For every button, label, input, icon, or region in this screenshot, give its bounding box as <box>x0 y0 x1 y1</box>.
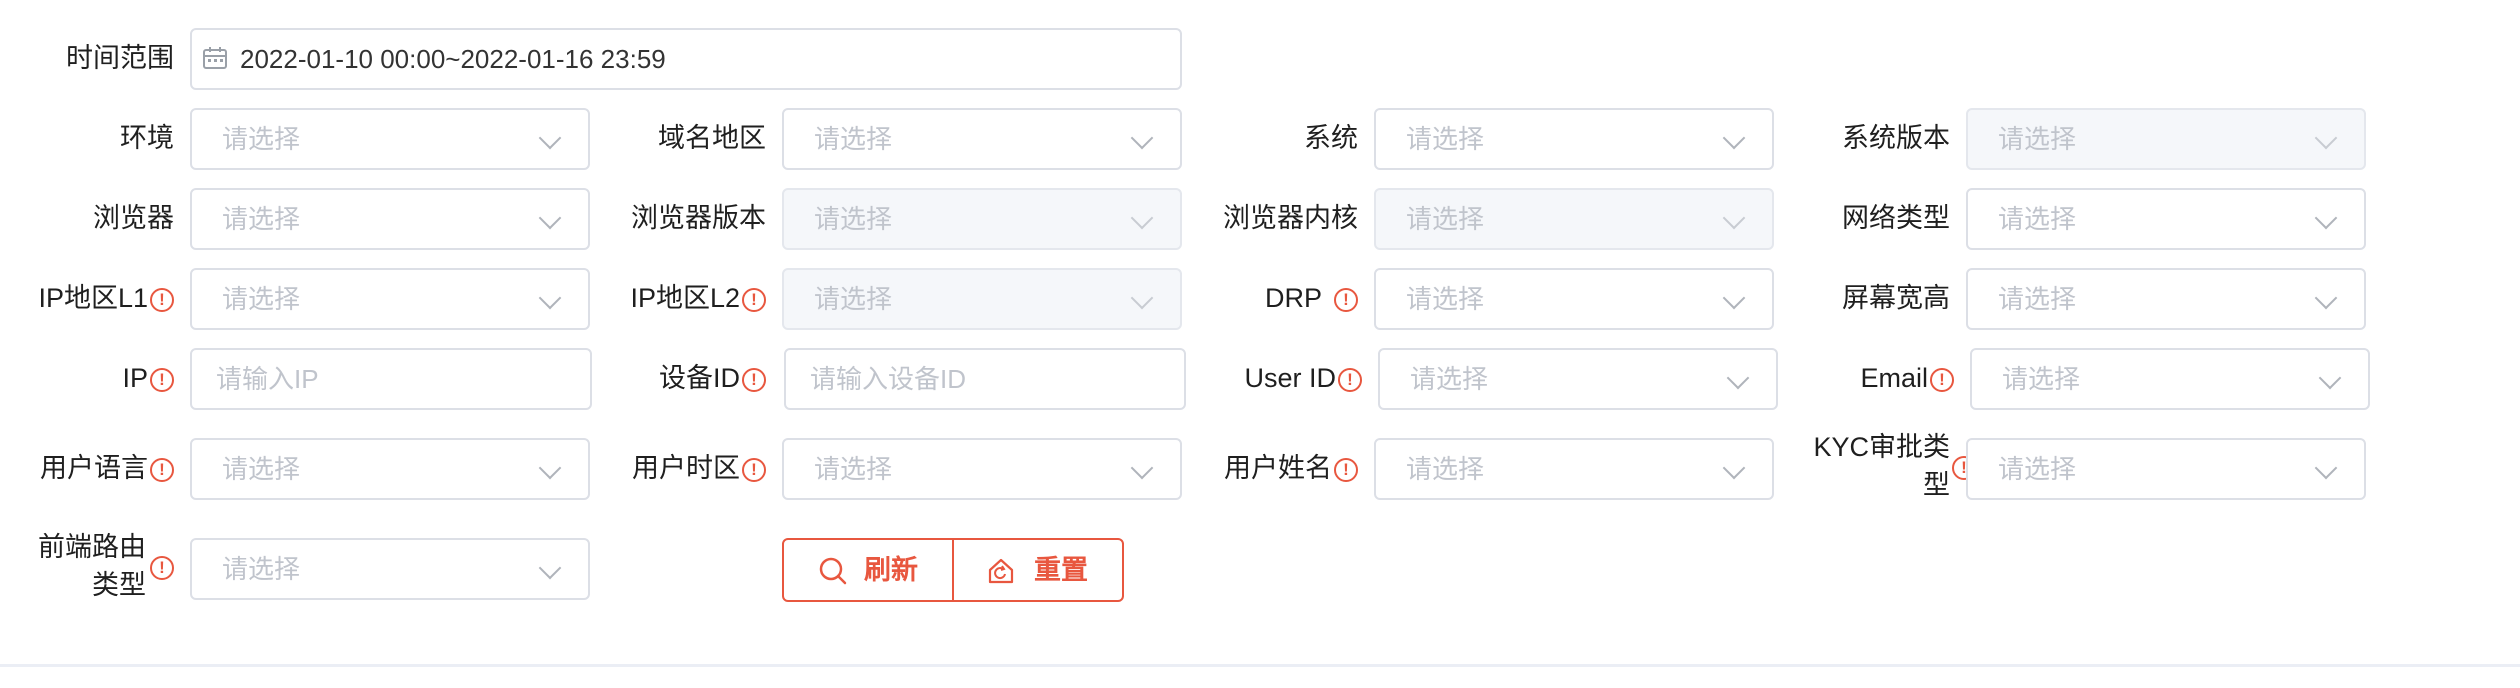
warning-icon: ! <box>1334 287 1358 312</box>
env-select[interactable]: 请选择 <box>190 108 590 170</box>
ip-region-l1-select[interactable]: 请选择 <box>190 268 590 330</box>
chevron-down-icon <box>1130 456 1154 480</box>
drp-label: DRP! <box>1190 280 1358 316</box>
chevron-down-icon <box>1130 206 1154 230</box>
device-id-input[interactable]: 请输入设备ID <box>784 348 1186 410</box>
ip-region-l1-label: IP地区L1! <box>10 280 174 316</box>
time-range-value: 2022-01-10 00:00~2022-01-16 23:59 <box>240 44 666 74</box>
browser-label: 浏览器 <box>93 203 174 233</box>
chevron-down-icon <box>1722 286 1746 310</box>
route-type-label: 前端路由类型! <box>30 528 174 604</box>
screen-size-label: 屏幕宽高 <box>1842 283 1950 313</box>
reset-button[interactable]: 重置 <box>952 538 1124 602</box>
chevron-down-icon <box>538 206 562 230</box>
time-range-picker[interactable]: 2022-01-10 00:00~2022-01-16 23:59 <box>190 28 1182 90</box>
warning-icon: ! <box>150 287 174 312</box>
calendar-icon <box>203 47 227 69</box>
chevron-down-icon <box>538 456 562 480</box>
time-range-label: 时间范围 <box>66 43 174 73</box>
kyc-type-select[interactable]: 请选择 <box>1966 438 2366 500</box>
chevron-down-icon <box>2314 206 2338 230</box>
ip-region-l2-select[interactable]: 请选择 <box>782 268 1182 330</box>
user-name-label: 用户姓名! <box>1190 450 1358 486</box>
kyc-type-label: KYC审批类型! <box>1790 428 1976 504</box>
warning-icon: ! <box>1334 457 1358 482</box>
user-id-select[interactable]: 请选择 <box>1378 348 1778 410</box>
os-version-label: 系统版本 <box>1842 123 1950 153</box>
browser-select[interactable]: 请选择 <box>190 188 590 250</box>
os-label: 系统 <box>1304 123 1358 153</box>
chevron-down-icon <box>1726 366 1750 390</box>
search-icon <box>819 557 847 585</box>
browser-engine-label: 浏览器内核 <box>1223 203 1358 233</box>
browser-version-select[interactable]: 请选择 <box>782 188 1182 250</box>
os-select[interactable]: 请选择 <box>1374 108 1774 170</box>
network-type-label: 网络类型 <box>1842 203 1950 233</box>
bottom-divider <box>0 664 2520 667</box>
chevron-down-icon <box>1722 456 1746 480</box>
chevron-down-icon <box>538 126 562 150</box>
chevron-down-icon <box>538 556 562 580</box>
user-timezone-select[interactable]: 请选择 <box>782 438 1182 500</box>
user-language-label: 用户语言! <box>10 450 174 486</box>
email-select[interactable]: 请选择 <box>1970 348 2370 410</box>
os-version-select[interactable]: 请选择 <box>1966 108 2366 170</box>
warning-icon: ! <box>150 367 174 392</box>
chevron-down-icon <box>1722 126 1746 150</box>
chevron-down-icon <box>1130 126 1154 150</box>
browser-version-label: 浏览器版本 <box>631 203 766 233</box>
chevron-down-icon <box>1722 206 1746 230</box>
warning-icon: ! <box>1930 367 1954 392</box>
device-id-label: 设备ID! <box>600 360 766 396</box>
env-label: 环境 <box>120 123 174 153</box>
domain-region-select[interactable]: 请选择 <box>782 108 1182 170</box>
ip-label: IP! <box>20 360 174 396</box>
chevron-down-icon <box>2314 456 2338 480</box>
user-language-select[interactable]: 请选择 <box>190 438 590 500</box>
warning-icon: ! <box>150 556 174 580</box>
network-type-select[interactable]: 请选择 <box>1966 188 2366 250</box>
warning-icon: ! <box>742 287 766 312</box>
screen-size-select[interactable]: 请选择 <box>1966 268 2366 330</box>
chevron-down-icon <box>2314 126 2338 150</box>
filter-form: 时间范围 2022-01-10 00:00~2022-01-16 23:59 环… <box>0 0 2520 688</box>
warning-icon: ! <box>742 457 766 482</box>
warning-icon: ! <box>1338 367 1362 392</box>
chevron-down-icon <box>2314 286 2338 310</box>
ip-region-l2-label: IP地区L2! <box>600 280 766 316</box>
browser-engine-select[interactable]: 请选择 <box>1374 188 1774 250</box>
reset-icon <box>988 558 1014 584</box>
refresh-button[interactable]: 刷新 <box>782 538 954 602</box>
warning-icon: ! <box>150 457 174 482</box>
user-name-select[interactable]: 请选择 <box>1374 438 1774 500</box>
user-id-label: User ID! <box>1190 360 1362 396</box>
drp-select[interactable]: 请选择 <box>1374 268 1774 330</box>
chevron-down-icon <box>2318 366 2342 390</box>
ip-input[interactable]: 请输入IP <box>190 348 592 410</box>
chevron-down-icon <box>538 286 562 310</box>
chevron-down-icon <box>1130 286 1154 310</box>
warning-icon: ! <box>742 367 766 392</box>
route-type-select[interactable]: 请选择 <box>190 538 590 600</box>
domain-region-label: 域名地区 <box>658 123 766 153</box>
email-label: Email! <box>1790 360 1954 396</box>
user-timezone-label: 用户时区! <box>600 450 766 486</box>
